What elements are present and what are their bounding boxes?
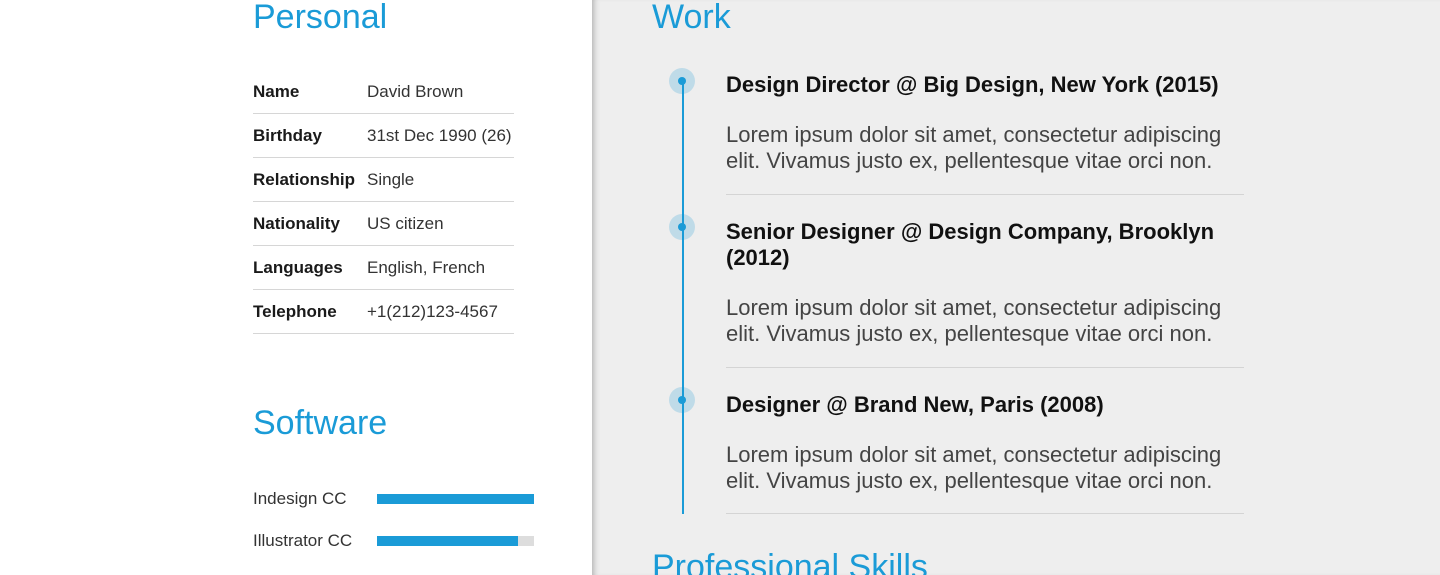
info-value: Single	[367, 169, 415, 189]
timeline-dot-icon	[669, 68, 695, 94]
job-divider	[726, 367, 1244, 368]
info-value: +1(212)123-4567	[367, 301, 498, 321]
info-label: Birthday	[253, 125, 322, 145]
job-divider	[726, 513, 1244, 514]
info-value: 31st Dec 1990 (26)	[367, 125, 512, 145]
info-row-relationship: Relationship Single	[253, 158, 514, 202]
info-row-languages: Languages English, French	[253, 246, 514, 290]
info-value: David Brown	[367, 81, 464, 101]
job-title: Senior Designer @ Design Company, Brookl…	[726, 219, 1215, 270]
timeline-dot-icon	[669, 387, 695, 413]
personal-heading: Personal	[253, 0, 388, 36]
timeline-line	[682, 80, 684, 514]
skill-bar	[377, 536, 534, 546]
software-label: Illustrator CC	[253, 531, 353, 550]
job-entry: Design Director @ Big Design, New York (…	[726, 72, 1244, 174]
software-item-indesign: Indesign CC	[253, 487, 543, 511]
info-label: Languages	[253, 257, 343, 277]
software-item-illustrator: Illustrator CC	[253, 529, 543, 553]
info-row-name: Name David Brown	[253, 70, 514, 114]
job-title: Designer @ Brand New, Paris (2008)	[726, 392, 1104, 417]
personal-info-table: Name David Brown Birthday 31st Dec 1990 …	[253, 70, 514, 334]
work-heading: Work	[652, 0, 731, 36]
info-value: English, French	[367, 257, 486, 277]
info-label: Nationality	[253, 213, 340, 233]
info-row-telephone: Telephone +1(212)123-4567	[253, 290, 514, 334]
job-description: Lorem ipsum dolor sit amet, consectetur …	[726, 295, 1222, 346]
skill-bar-fill	[377, 536, 519, 546]
info-label: Relationship	[253, 169, 356, 189]
job-description: Lorem ipsum dolor sit amet, consectetur …	[726, 442, 1222, 493]
skill-bar	[377, 494, 534, 504]
job-entry: Designer @ Brand New, Paris (2008) Lorem…	[726, 392, 1244, 494]
info-value: US citizen	[367, 213, 444, 233]
job-divider	[726, 194, 1244, 195]
info-row-birthday: Birthday 31st Dec 1990 (26)	[253, 114, 514, 158]
timeline-dot-icon	[669, 214, 695, 240]
software-label: Indesign CC	[253, 489, 347, 508]
software-heading: Software	[253, 404, 388, 442]
job-entry: Senior Designer @ Design Company, Brookl…	[726, 219, 1244, 347]
professional-skills-heading: Professional Skills	[652, 548, 928, 575]
skill-bar-fill	[377, 494, 534, 504]
job-title: Design Director @ Big Design, New York (…	[726, 72, 1219, 97]
job-description: Lorem ipsum dolor sit amet, consectetur …	[726, 122, 1222, 173]
info-label: Telephone	[253, 301, 337, 321]
info-row-nationality: Nationality US citizen	[253, 202, 514, 246]
info-label: Name	[253, 81, 300, 101]
